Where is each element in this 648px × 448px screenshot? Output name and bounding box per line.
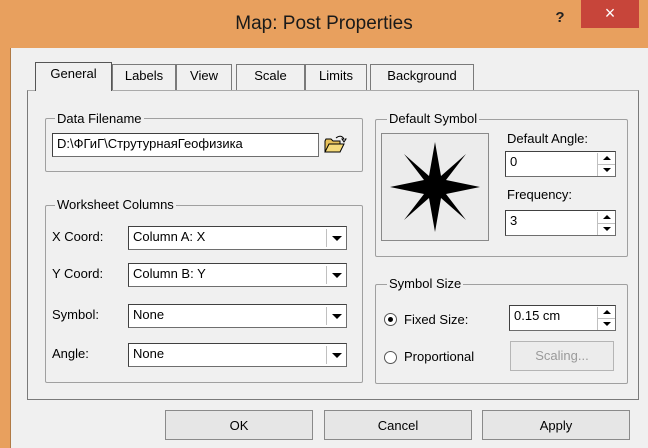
chevron-down-icon[interactable] [326, 346, 344, 364]
fixed-size-radio[interactable] [384, 313, 397, 326]
tab-general[interactable]: General [35, 62, 112, 91]
close-button[interactable]: × [581, 0, 639, 28]
x-coord-value: Column A: X [133, 229, 206, 244]
window-frame-edge [10, 48, 11, 448]
y-coord-dropdown[interactable]: Column B: Y [128, 263, 347, 287]
spin-up-icon[interactable] [598, 153, 615, 165]
fixed-size-spinner[interactable]: 0.15 cm [509, 305, 616, 331]
spin-up-icon[interactable] [598, 307, 615, 319]
symbol-value: None [133, 307, 165, 322]
help-button[interactable]: ? [548, 6, 572, 30]
fixed-size-label: Fixed Size: [404, 312, 469, 327]
data-filename-field[interactable]: D:\ФГиГ\СтрутурнаяГеофизика [52, 133, 319, 157]
spinner-arrows[interactable] [597, 153, 615, 176]
tab-view[interactable]: View [176, 64, 232, 90]
frequency-value: 3 [510, 213, 518, 228]
chevron-down-icon[interactable] [326, 229, 344, 247]
star-burst-symbol-icon [390, 142, 480, 232]
default-angle-value: 0 [510, 154, 518, 169]
angle-value: None [133, 346, 165, 361]
symbol-preview-button[interactable] [381, 133, 489, 241]
ok-button[interactable]: OK [165, 410, 313, 440]
spinner-arrows[interactable] [597, 307, 615, 330]
spin-down-icon[interactable] [598, 224, 615, 235]
data-filename-group-label: Data Filename [55, 111, 144, 126]
tab-background[interactable]: Background [370, 64, 474, 90]
frequency-spinner[interactable]: 3 [505, 210, 616, 236]
window-frame-left [0, 48, 10, 448]
symbol-size-group-label: Symbol Size [387, 276, 464, 291]
y-coord-value: Column B: Y [133, 266, 206, 281]
chevron-down-icon[interactable] [326, 307, 344, 325]
frequency-label: Frequency: [507, 187, 573, 202]
angle-label: Angle: [52, 346, 89, 361]
default-symbol-group-label: Default Symbol [387, 111, 480, 126]
x-coord-dropdown[interactable]: Column A: X [128, 226, 347, 250]
worksheet-columns-group-label: Worksheet Columns [55, 197, 176, 212]
proportional-radio[interactable] [384, 351, 397, 364]
default-angle-spinner[interactable]: 0 [505, 151, 616, 177]
symbol-label: Symbol: [52, 307, 99, 322]
apply-button[interactable]: Apply [482, 410, 630, 440]
y-coord-label: Y Coord: [52, 266, 104, 281]
proportional-label: Proportional [404, 349, 475, 364]
x-coord-label: X Coord: [52, 229, 104, 244]
fixed-size-value: 0.15 cm [514, 308, 561, 323]
open-folder-icon[interactable] [322, 133, 348, 157]
cancel-button[interactable]: Cancel [324, 410, 472, 440]
angle-dropdown[interactable]: None [128, 343, 347, 367]
spin-up-icon[interactable] [598, 212, 615, 224]
symbol-dropdown[interactable]: None [128, 304, 347, 328]
tab-scale[interactable]: Scale [236, 64, 305, 90]
scaling-button[interactable]: Scaling... [510, 341, 614, 371]
default-angle-label: Default Angle: [507, 131, 588, 146]
tab-labels[interactable]: Labels [112, 64, 176, 90]
tab-limits[interactable]: Limits [305, 64, 367, 90]
chevron-down-icon[interactable] [326, 266, 344, 284]
spin-down-icon[interactable] [598, 165, 615, 176]
spinner-arrows[interactable] [597, 212, 615, 235]
spin-down-icon[interactable] [598, 319, 615, 330]
